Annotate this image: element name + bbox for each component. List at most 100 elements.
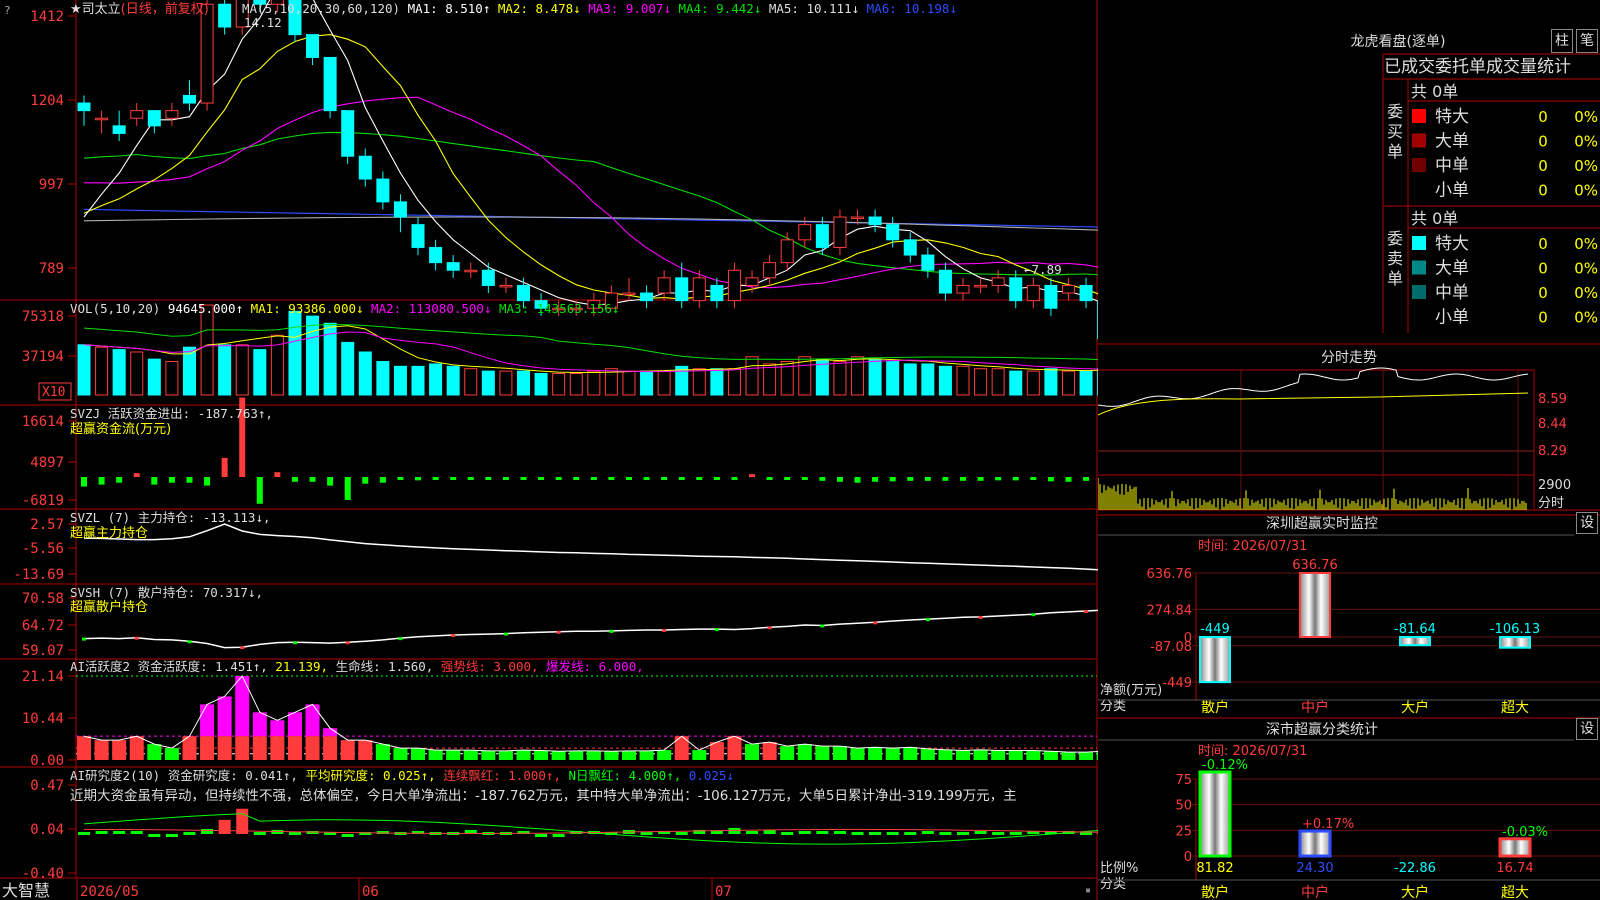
sell-row-label: 小单 xyxy=(1435,308,1469,328)
candle-body xyxy=(780,239,794,264)
candle-body xyxy=(622,292,636,296)
chart-area[interactable]: 1412 1204 997 789 14.12 ←7.89 ★司太立(日线，前复权) MA(5… xyxy=(0,0,1098,900)
candle-body xyxy=(182,94,196,104)
candle-body xyxy=(446,262,460,271)
candle-body xyxy=(745,277,759,286)
svzj-bar xyxy=(309,477,316,482)
stock-mode: (日线，前复权) xyxy=(121,1,209,17)
svzj-bar xyxy=(379,477,386,483)
ai1-legend-item-4: 爆发线: 6.000, xyxy=(539,659,644,674)
activity-bar xyxy=(77,736,91,760)
candle-body xyxy=(763,262,777,279)
volume-bar xyxy=(446,365,460,396)
svsh-tick-mark xyxy=(873,621,878,625)
stats-bar-中户 xyxy=(1298,829,1332,858)
activity-bar xyxy=(375,744,390,760)
candle-body xyxy=(727,269,741,302)
candle-body xyxy=(640,292,654,302)
svzj-bar xyxy=(731,477,738,480)
svsh-tick-mark xyxy=(767,626,772,630)
ai2-tick-2: -0.40 xyxy=(22,866,64,882)
sell-row-value: 0 xyxy=(1538,284,1548,302)
activity-bar xyxy=(112,740,127,760)
svsh-tick-mark xyxy=(925,618,930,622)
column-mode-button[interactable]: 柱 xyxy=(1551,29,1573,53)
svzj-bar xyxy=(98,477,105,485)
intraday-vol-tick: 2900 xyxy=(1538,478,1571,493)
sell-label-char: 单 xyxy=(1387,269,1403,288)
candle-body xyxy=(692,277,706,302)
monitor-time: 时间: 2026/07/31 xyxy=(1198,539,1307,554)
research-bar xyxy=(675,831,688,835)
svzj-bar xyxy=(872,477,879,482)
volume-bar xyxy=(921,363,935,396)
research-bar xyxy=(851,831,864,835)
svzj-bar xyxy=(995,477,1002,481)
candle-body xyxy=(833,216,847,248)
volume-bar xyxy=(464,368,478,396)
svzj-bar xyxy=(889,477,896,482)
svzj-bar xyxy=(397,477,404,480)
svsh-tick-1: 64.72 xyxy=(22,618,64,634)
research-bar xyxy=(218,819,231,834)
buy-label-char: 买 xyxy=(1387,122,1403,141)
stock-title: ★司太立(日线，前复权) xyxy=(70,1,209,17)
candle-body xyxy=(165,110,179,119)
monitor-title: 深圳超赢实时监控 xyxy=(1266,515,1378,532)
svzj-bar xyxy=(573,477,580,480)
intraday-tick-2: 8.29 xyxy=(1538,444,1567,459)
volume-bar xyxy=(253,349,267,396)
stats-settings-button[interactable]: 设 xyxy=(1576,718,1598,740)
svzj-bar xyxy=(502,477,509,480)
svzj-bar xyxy=(749,474,756,478)
volume-bar xyxy=(517,370,530,396)
main-chart-svg[interactable]: 1412 1204 997 789 14.12 ←7.89 ★司太立(日线，前复权) MA(5… xyxy=(0,0,1098,900)
high-price-label: 14.12 xyxy=(244,15,282,30)
tick-mode-button[interactable]: 笔 xyxy=(1576,29,1598,53)
research-line-green xyxy=(83,813,1098,845)
activity-bar xyxy=(129,736,144,760)
svsh-tick-0: 70.58 xyxy=(22,591,64,607)
svzl-legend: SVZL (7) 主力持仓: -13.113↓, xyxy=(70,510,271,525)
volume-bar xyxy=(1079,370,1093,396)
research-bar xyxy=(535,834,548,837)
monitor-bar-散户 xyxy=(1199,636,1231,684)
activity-bar xyxy=(621,750,636,760)
candle-body xyxy=(376,178,390,203)
svzj-bar xyxy=(713,477,720,480)
research-bar xyxy=(78,831,90,835)
vol-tick-1: 37194 xyxy=(22,349,64,365)
monitor-settings-button[interactable]: 设 xyxy=(1576,512,1598,534)
volume-bar xyxy=(640,370,654,396)
stats-tick-2: 25 xyxy=(1175,824,1192,839)
stats-title: 深市超赢分类统计 xyxy=(1266,721,1378,738)
research-bar xyxy=(130,830,143,834)
activity-bar xyxy=(780,746,795,760)
buy-row-label: 特大 xyxy=(1435,107,1469,127)
volume-bar xyxy=(200,304,214,396)
volume-bar xyxy=(833,361,847,396)
monitor-category-label: 中户 xyxy=(1301,699,1329,716)
intraday-vol-unit: 分时 xyxy=(1538,496,1564,511)
svzj-bar xyxy=(766,477,773,480)
volume-bar xyxy=(1061,370,1075,396)
research-bar xyxy=(992,831,1005,835)
research-bar xyxy=(957,831,969,835)
activity-bar xyxy=(604,751,619,760)
svzj-bar xyxy=(555,477,562,480)
candle-body xyxy=(464,269,478,273)
svzj-bar xyxy=(977,477,984,481)
activity-bar xyxy=(657,750,672,760)
svzj-legend: SVZJ 活跃资金进出: -187.763↑, xyxy=(70,406,273,421)
svzj-bar xyxy=(168,477,175,483)
ai2-tick-0: 0.47 xyxy=(30,778,64,794)
svzj-bar xyxy=(1030,477,1037,480)
svsh-tick-mark xyxy=(187,640,192,644)
svsh-tick-mark xyxy=(451,633,456,637)
ai1-legend: AI活跃度2 资金活跃度: 1.451↑, 21.139, 生命线: 1.560… xyxy=(70,659,644,674)
activity-bar xyxy=(762,742,777,760)
activity-bar xyxy=(534,750,549,760)
monitor-tick-3: -87.08 xyxy=(1150,640,1192,655)
monitor-unit: 净额(万元) xyxy=(1100,683,1162,698)
activity-bar xyxy=(463,750,478,760)
